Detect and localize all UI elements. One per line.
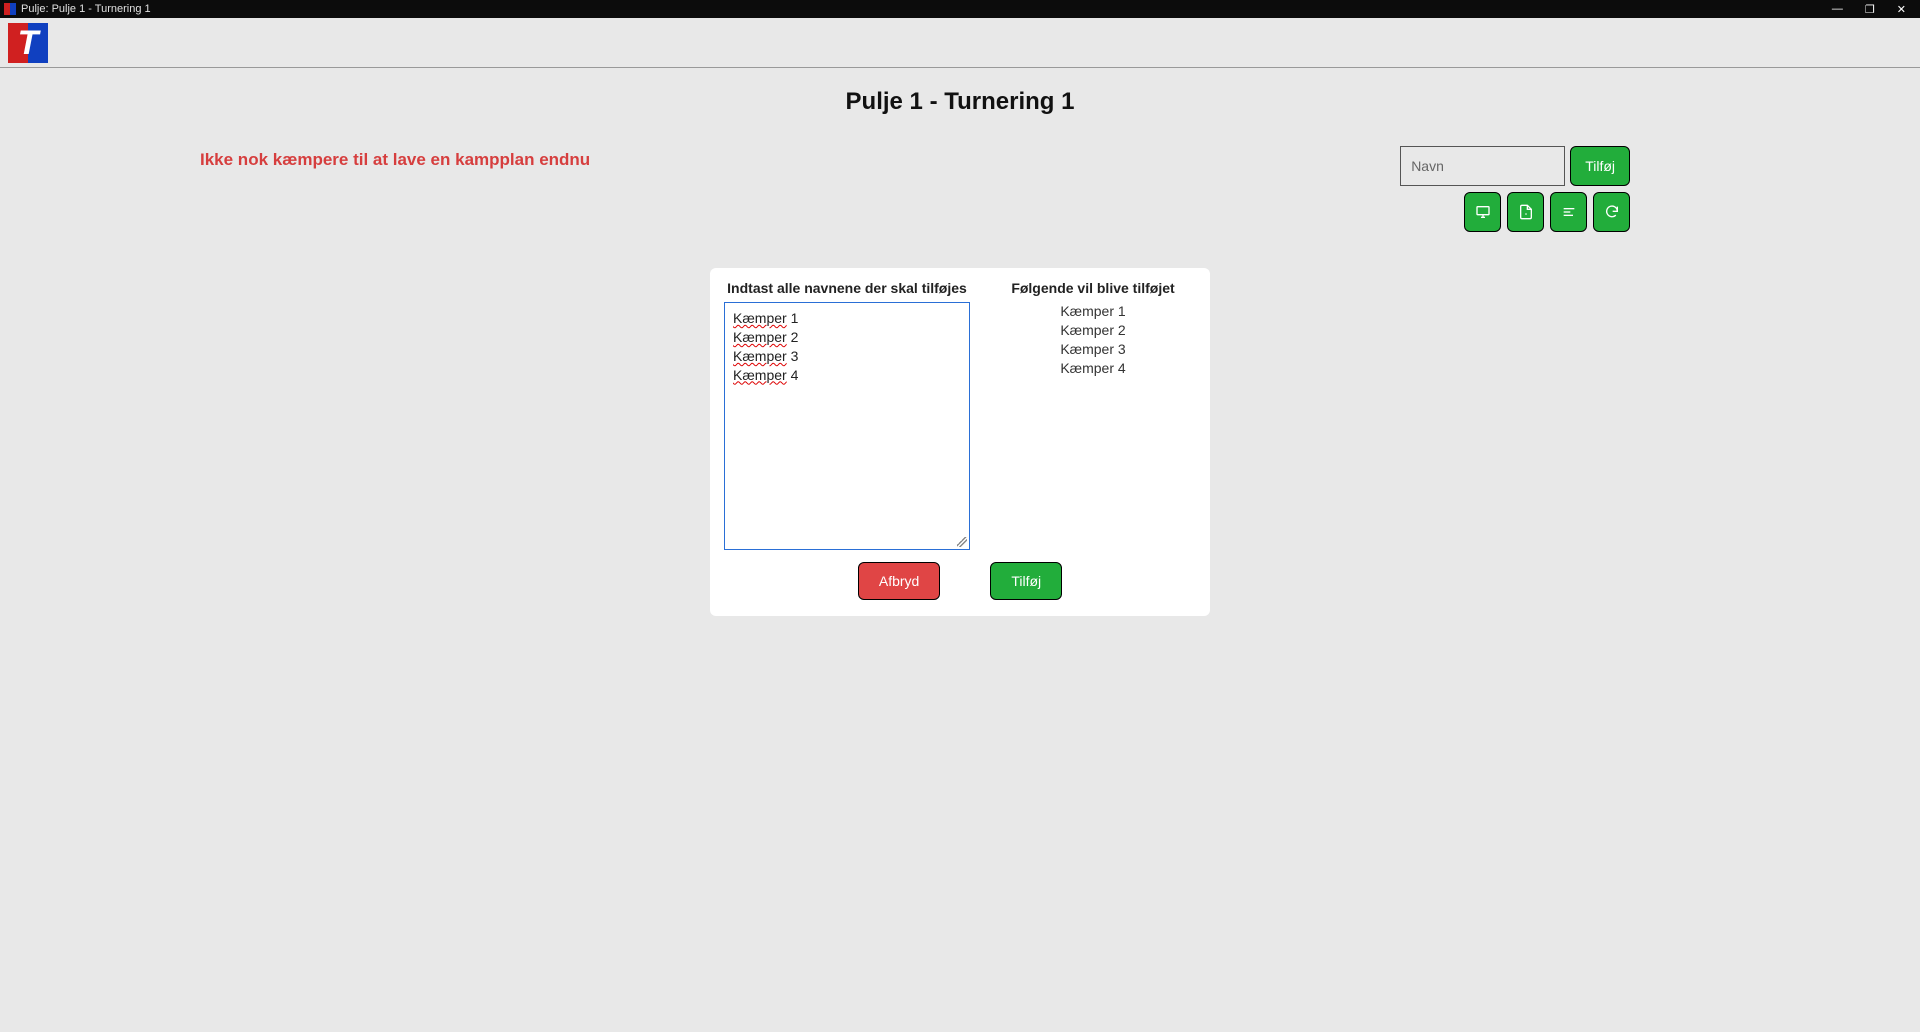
app-icon-small — [4, 3, 16, 15]
file-pdf-icon — [1518, 204, 1534, 220]
names-textarea[interactable]: Kæmper 1Kæmper 2Kæmper 3Kæmper 4 — [724, 302, 970, 550]
add-button[interactable]: Tilføj — [1570, 146, 1630, 186]
screen-button[interactable] — [1464, 192, 1501, 232]
add-names-dialog: Indtast alle navnene der skal tilføjes K… — [710, 268, 1210, 616]
window-title: Pulje: Pulje 1 - Turnering 1 — [21, 3, 151, 15]
textarea-line: Kæmper 1 — [733, 309, 961, 328]
monitor-icon — [1475, 204, 1491, 220]
preview-item: Kæmper 4 — [990, 359, 1196, 378]
name-input[interactable] — [1400, 146, 1565, 186]
maximize-icon[interactable]: ❐ — [1865, 3, 1875, 16]
resize-handle-icon[interactable] — [957, 537, 967, 547]
preview-item: Kæmper 1 — [990, 302, 1196, 321]
list-button[interactable] — [1550, 192, 1587, 232]
confirm-add-button[interactable]: Tilføj — [990, 562, 1062, 600]
refresh-icon — [1604, 204, 1620, 220]
preview-list: Kæmper 1Kæmper 2Kæmper 3Kæmper 4 — [990, 302, 1196, 378]
refresh-button[interactable] — [1593, 192, 1630, 232]
app-toolbar: T — [0, 18, 1920, 68]
pdf-button[interactable] — [1507, 192, 1544, 232]
window-titlebar: Pulje: Pulje 1 - Turnering 1 — ❐ ✕ — [0, 0, 1920, 18]
preview-item: Kæmper 2 — [990, 321, 1196, 340]
dialog-right-title: Følgende vil blive tilføjet — [990, 280, 1196, 296]
right-controls: Tilføj — [1400, 146, 1630, 232]
warning-message: Ikke nok kæmpere til at lave en kampplan… — [200, 150, 590, 170]
minimize-icon[interactable]: — — [1832, 3, 1843, 15]
align-left-icon — [1561, 204, 1577, 220]
textarea-line: Kæmper 4 — [733, 366, 961, 385]
textarea-line: Kæmper 3 — [733, 347, 961, 366]
textarea-line: Kæmper 2 — [733, 328, 961, 347]
preview-item: Kæmper 3 — [990, 340, 1196, 359]
page-title: Pulje 1 - Turnering 1 — [0, 88, 1920, 116]
app-logo[interactable]: T — [8, 23, 48, 63]
cancel-button[interactable]: Afbryd — [858, 562, 940, 600]
close-icon[interactable]: ✕ — [1897, 3, 1906, 16]
dialog-left-title: Indtast alle navnene der skal tilføjes — [724, 280, 970, 296]
